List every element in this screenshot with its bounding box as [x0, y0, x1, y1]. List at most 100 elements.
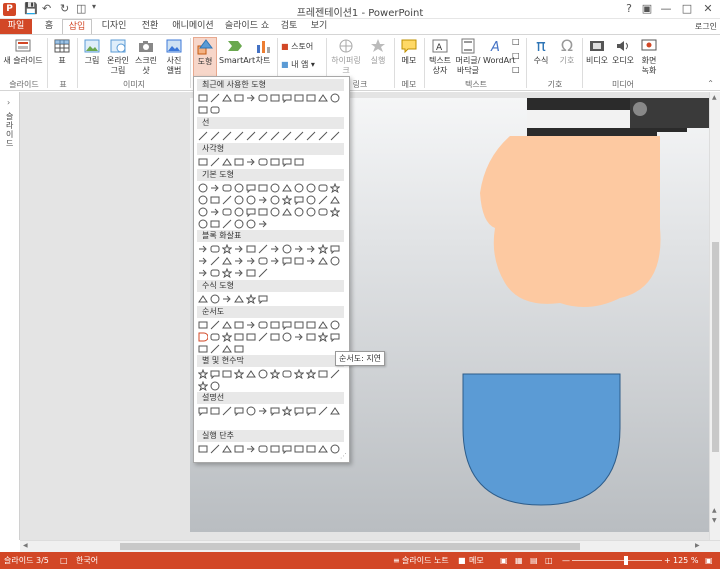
shape-option[interactable]: [270, 130, 281, 141]
shape-option[interactable]: [234, 218, 245, 229]
shape-option[interactable]: [198, 267, 209, 278]
shape-option[interactable]: [318, 182, 329, 193]
shape-option[interactable]: [222, 267, 233, 278]
shape-option[interactable]: [270, 255, 281, 266]
shape-option[interactable]: [198, 92, 209, 103]
shape-option[interactable]: [198, 156, 209, 167]
shape-option[interactable]: [258, 331, 269, 342]
shape-option[interactable]: [222, 243, 233, 254]
resize-gripper-icon[interactable]: ⋰: [340, 452, 347, 460]
shape-option[interactable]: [234, 343, 245, 354]
shape-option[interactable]: [306, 182, 317, 193]
page-up-icon[interactable]: ▲: [712, 507, 717, 514]
shape-option[interactable]: [246, 156, 257, 167]
slideshow-view-icon[interactable]: ◫: [545, 552, 553, 569]
equation-button[interactable]: π 수식: [529, 37, 553, 66]
zoom-out-icon[interactable]: —: [562, 552, 570, 569]
shape-option[interactable]: [198, 319, 209, 330]
tab-transitions[interactable]: 전환: [136, 19, 164, 34]
normal-view-icon[interactable]: ▣: [500, 552, 508, 569]
shape-option[interactable]: [330, 331, 341, 342]
audio-button[interactable]: 오디오: [611, 37, 635, 66]
shape-option[interactable]: [318, 255, 329, 266]
shape-option[interactable]: [258, 130, 269, 141]
shape-option[interactable]: [258, 293, 269, 304]
shape-option[interactable]: [318, 130, 329, 141]
shape-option[interactable]: [258, 255, 269, 266]
shape-option[interactable]: [258, 243, 269, 254]
shape-option[interactable]: [210, 405, 221, 416]
shape-option[interactable]: [330, 92, 341, 103]
shape-option[interactable]: [306, 405, 317, 416]
shape-option[interactable]: [246, 319, 257, 330]
shape-option[interactable]: [198, 368, 209, 379]
shape-option[interactable]: [222, 92, 233, 103]
shape-option[interactable]: [330, 255, 341, 266]
minimize-icon[interactable]: —: [656, 1, 676, 17]
shape-option[interactable]: [198, 443, 209, 454]
shape-option[interactable]: [234, 156, 245, 167]
shape-option[interactable]: [330, 443, 341, 454]
shape-option[interactable]: [306, 331, 317, 342]
shape-option[interactable]: [270, 194, 281, 205]
shape-option[interactable]: [330, 319, 341, 330]
shape-option[interactable]: [294, 405, 305, 416]
shape-option[interactable]: [210, 130, 221, 141]
shape-option[interactable]: [294, 319, 305, 330]
action-button[interactable]: 실행: [366, 37, 390, 66]
shape-option[interactable]: [234, 130, 245, 141]
online-picture-button[interactable]: 온라인 그림: [105, 37, 131, 76]
shape-option[interactable]: [198, 218, 209, 229]
shape-option[interactable]: [270, 405, 281, 416]
shape-option[interactable]: [306, 243, 317, 254]
shape-option[interactable]: [282, 443, 293, 454]
shape-option[interactable]: [222, 182, 233, 193]
shape-option[interactable]: [330, 243, 341, 254]
shape-option[interactable]: [318, 331, 329, 342]
shape-option[interactable]: [306, 368, 317, 379]
picture-button[interactable]: 그림: [80, 37, 104, 66]
shape-option[interactable]: [234, 331, 245, 342]
slide-editing-area[interactable]: [20, 92, 709, 540]
shape-option[interactable]: [306, 206, 317, 217]
symbol-button[interactable]: Ω 기호: [555, 37, 579, 66]
shape-option[interactable]: [198, 380, 209, 391]
shape-option[interactable]: [282, 182, 293, 193]
hyperlink-button[interactable]: 하이퍼링크: [328, 37, 364, 76]
shape-option[interactable]: [234, 92, 245, 103]
shape-option[interactable]: [294, 156, 305, 167]
zoom-level[interactable]: 125 %: [673, 552, 698, 569]
shape-option[interactable]: [234, 206, 245, 217]
shape-option[interactable]: [258, 194, 269, 205]
shape-option[interactable]: [222, 319, 233, 330]
shape-option[interactable]: [234, 293, 245, 304]
scroll-up-icon[interactable]: ▲: [712, 94, 717, 101]
language-indicator[interactable]: 한국어: [76, 552, 98, 569]
shape-option[interactable]: [210, 380, 221, 391]
shape-option[interactable]: [210, 206, 221, 217]
shape-option[interactable]: [222, 405, 233, 416]
slide-sorter-icon[interactable]: ▦: [515, 552, 523, 569]
shape-option[interactable]: [234, 255, 245, 266]
spell-check-icon[interactable]: □: [60, 552, 68, 569]
shape-option[interactable]: [270, 156, 281, 167]
store-button[interactable]: ■ 스토어: [281, 41, 313, 52]
ribbon-display-icon[interactable]: ▣: [637, 1, 657, 17]
shape-option[interactable]: [234, 267, 245, 278]
shape-option[interactable]: [282, 319, 293, 330]
shape-option[interactable]: [210, 343, 221, 354]
shape-option[interactable]: [294, 255, 305, 266]
notes-button[interactable]: 슬라이드 노트: [402, 552, 449, 569]
header-footer-button[interactable]: 머리글/바닥글: [454, 37, 482, 76]
shape-option[interactable]: [210, 293, 221, 304]
zoom-slider[interactable]: [572, 560, 662, 561]
shape-option[interactable]: [222, 130, 233, 141]
tab-view[interactable]: 보기: [306, 19, 332, 34]
shape-option[interactable]: [210, 331, 221, 342]
slide-number-icon[interactable]: □: [512, 51, 520, 60]
shape-option[interactable]: [306, 255, 317, 266]
page-down-icon[interactable]: ▼: [712, 517, 717, 524]
shape-option[interactable]: [258, 405, 269, 416]
shape-option[interactable]: [222, 218, 233, 229]
shape-option[interactable]: [270, 368, 281, 379]
